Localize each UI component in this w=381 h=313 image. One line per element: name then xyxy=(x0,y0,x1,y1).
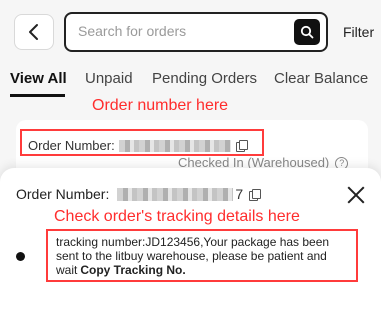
active-tab-indicator xyxy=(10,94,65,97)
tab-view-all[interactable]: View All xyxy=(10,70,67,87)
annotation-tracking: Check order's tracking details here xyxy=(54,208,300,225)
sheet-order-number-tail: 7 xyxy=(235,186,244,202)
sheet-masked-order-number xyxy=(117,187,234,201)
back-button[interactable] xyxy=(14,14,54,50)
search-icon xyxy=(300,25,314,39)
search-input[interactable]: Search for orders xyxy=(64,12,328,52)
tab-pending-orders[interactable]: Pending Orders xyxy=(152,70,257,87)
chevron-left-icon xyxy=(29,24,38,40)
orders-screen: Search for orders Filter View All Unpaid… xyxy=(0,0,381,313)
close-icon[interactable] xyxy=(344,183,368,207)
annotation-box-tracking xyxy=(46,229,358,282)
timeline-dot-icon xyxy=(16,252,25,261)
annotation-box-order-number xyxy=(20,129,264,156)
order-tabs: View All Unpaid Pending Orders Clear Bal… xyxy=(0,70,381,97)
filter-button[interactable]: Filter xyxy=(343,24,374,40)
search-button[interactable] xyxy=(294,19,320,45)
annotation-order-number: Order number here xyxy=(92,97,229,114)
search-placeholder: Search for orders xyxy=(78,23,187,39)
sheet-order-number-row: Order Number: 7 xyxy=(16,186,262,202)
copy-icon[interactable] xyxy=(249,188,262,201)
tab-unpaid[interactable]: Unpaid xyxy=(85,70,133,87)
sheet-order-number-label: Order Number: xyxy=(16,186,110,202)
tab-clear-balance[interactable]: Clear Balance xyxy=(274,70,368,87)
